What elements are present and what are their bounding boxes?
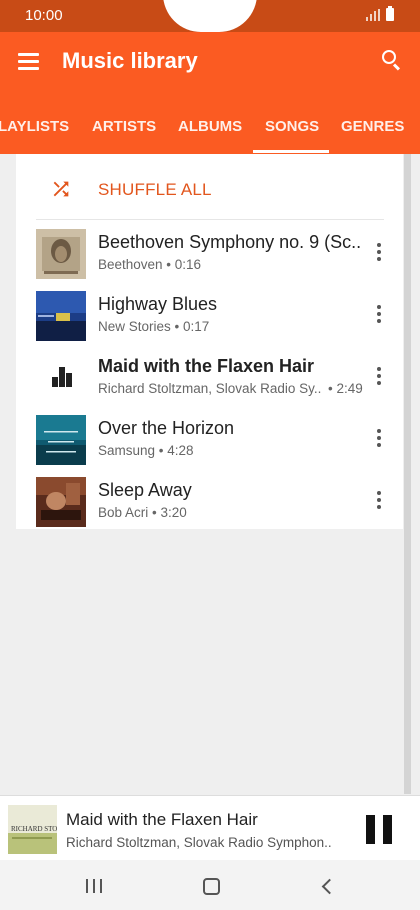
tab-artists[interactable]: ARTISTS [92, 118, 156, 135]
more-vert-icon[interactable] [376, 367, 382, 385]
tab-songs[interactable]: SONGS [265, 118, 319, 135]
divider [36, 219, 384, 220]
tab-genres[interactable]: GENRES [341, 118, 404, 135]
song-subtitle: Samsung • 4:28 [98, 443, 194, 458]
song-row-sleep-away[interactable]: Sleep Away Bob Acri • 3:20 [16, 470, 403, 532]
hamburger-icon[interactable] [18, 53, 39, 70]
tab-albums[interactable]: ALBUMS [178, 118, 242, 135]
now-playing-title: Maid with the Flaxen Hair [66, 810, 258, 829]
search-icon[interactable] [382, 50, 402, 71]
home-icon[interactable] [203, 878, 220, 895]
camera-notch [163, 0, 257, 32]
mini-player[interactable]: RICHARD STOLTZMAN Maid with the Flaxen H… [0, 795, 420, 861]
more-vert-icon[interactable] [376, 429, 382, 447]
shuffle-all-label: SHUFFLE ALL [98, 180, 212, 199]
album-art-text: RICHARD STOLTZMAN [11, 825, 57, 833]
song-title: Maid with the Flaxen Hair [98, 356, 315, 376]
tab-playlists[interactable]: LAYLISTS [0, 118, 69, 135]
song-row-beethoven[interactable]: Beethoven Symphony no. 9 (Sc.. Beethoven… [16, 222, 403, 284]
song-duration: • 2:49 [328, 381, 363, 396]
album-art-highway-blues [36, 291, 86, 341]
equalizer-icon [52, 367, 74, 387]
more-vert-icon[interactable] [376, 305, 382, 323]
recents-icon[interactable] [86, 879, 103, 893]
status-time: 10:00 [25, 7, 63, 24]
album-art-now-playing: RICHARD STOLTZMAN [8, 805, 57, 854]
song-title: Sleep Away [98, 480, 192, 500]
battery-icon [386, 6, 394, 21]
album-art-over-the-horizon [36, 415, 86, 465]
song-subtitle: Bob Acri • 3:20 [98, 505, 187, 520]
page-title: Music library [62, 48, 198, 73]
status-icons [366, 6, 394, 21]
now-playing-subtitle: Richard Stoltzman, Slovak Radio Symphon.… [66, 835, 332, 850]
song-title: Over the Horizon [98, 418, 235, 438]
more-vert-icon[interactable] [376, 243, 382, 261]
app-bar: Music library LAYLISTS ARTISTS ALBUMS SO… [0, 32, 420, 154]
signal-icon [366, 9, 380, 21]
song-subtitle: New Stories • 0:17 [98, 319, 210, 334]
active-tab-indicator [253, 150, 329, 153]
song-title: Highway Blues [98, 294, 218, 314]
album-art-sleep-away [36, 477, 86, 527]
shuffle-all-button[interactable]: SHUFFLE ALL [16, 154, 403, 218]
song-row-over-the-horizon[interactable]: Over the Horizon Samsung • 4:28 [16, 408, 403, 470]
scrollbar[interactable] [404, 154, 411, 794]
song-subtitle: Richard Stoltzman, Slovak Radio Sy.. [98, 381, 322, 396]
pause-icon[interactable] [366, 815, 392, 844]
song-list: SHUFFLE ALL Beethoven Symphony no. 9 (Sc… [16, 154, 403, 529]
shuffle-icon [53, 181, 69, 197]
song-row-highway-blues[interactable]: Highway Blues New Stories • 0:17 [16, 284, 403, 346]
song-row-maid-flaxen-hair[interactable]: Maid with the Flaxen Hair Richard Stoltz… [16, 346, 403, 408]
status-bar: 10:00 [0, 0, 420, 32]
more-vert-icon[interactable] [376, 491, 382, 509]
song-title: Beethoven Symphony no. 9 (Sc.. [98, 232, 362, 252]
back-icon[interactable] [321, 878, 338, 895]
system-nav-bar [0, 860, 420, 910]
album-art-beethoven [36, 229, 86, 279]
song-subtitle: Beethoven • 0:16 [98, 257, 202, 272]
